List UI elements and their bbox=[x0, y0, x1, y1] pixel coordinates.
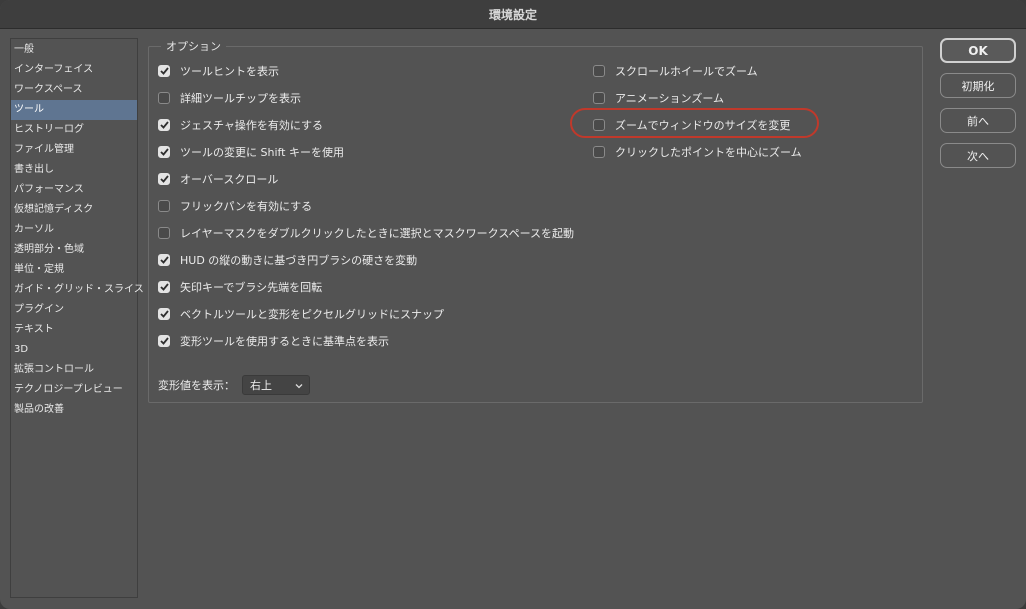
sidebar-item-product-improvement[interactable]: 製品の改善 bbox=[11, 400, 137, 420]
transform-values-row: 変形値を表示： 右上 bbox=[158, 375, 310, 395]
transform-values-label: 変形値を表示： bbox=[158, 379, 235, 392]
option-label: オーバースクロール bbox=[180, 173, 279, 186]
sidebar-item-type[interactable]: テキスト bbox=[11, 320, 137, 340]
sidebar-item-plugins[interactable]: プラグイン bbox=[11, 300, 137, 320]
option-label: ベクトルツールと変形をピクセルグリッドにスナップ bbox=[180, 308, 444, 321]
chevron-down-icon bbox=[295, 379, 303, 392]
option-shift-key-tool-switch[interactable]: ツールの変更に Shift キーを使用 bbox=[158, 144, 344, 160]
preferences-sidebar: 一般 インターフェイス ワークスペース ツール ヒストリーログ ファイル管理 書… bbox=[10, 38, 144, 598]
checkbox-checked-icon[interactable] bbox=[158, 119, 170, 131]
sidebar-item-technology-previews[interactable]: テクノロジープレビュー bbox=[11, 380, 137, 400]
checkbox-unchecked-icon[interactable] bbox=[158, 227, 170, 239]
transform-values-selected: 右上 bbox=[250, 379, 272, 392]
options-group-legend: オプション bbox=[161, 38, 226, 54]
next-button[interactable]: 次へ bbox=[940, 143, 1016, 168]
window-title: 環境設定 bbox=[0, 0, 1026, 29]
option-label: ジェスチャ操作を有効にする bbox=[180, 119, 323, 132]
sidebar-item-3d[interactable]: 3D bbox=[11, 340, 137, 360]
option-snap-to-pixel-grid[interactable]: ベクトルツールと変形をピクセルグリッドにスナップ bbox=[158, 306, 444, 322]
option-show-reference-point[interactable]: 変形ツールを使用するときに基準点を表示 bbox=[158, 333, 389, 349]
sidebar-item-interface[interactable]: インターフェイス bbox=[11, 60, 137, 80]
reset-button[interactable]: 初期化 bbox=[940, 73, 1016, 98]
sidebar-item-guides-grid-slices[interactable]: ガイド・グリッド・スライス bbox=[11, 280, 144, 300]
highlight-annotation-ring bbox=[570, 108, 819, 138]
option-arrow-keys-rotate-brush[interactable]: 矢印キーでブラシ先端を回転 bbox=[158, 279, 322, 295]
option-label: 変形ツールを使用するときに基準点を表示 bbox=[180, 335, 389, 348]
option-label: 矢印キーでブラシ先端を回転 bbox=[180, 281, 323, 294]
checkbox-unchecked-icon[interactable] bbox=[158, 92, 170, 104]
checkbox-checked-icon[interactable] bbox=[158, 281, 170, 293]
option-flick-panning[interactable]: フリックパンを有効にする bbox=[158, 198, 312, 214]
checkbox-checked-icon[interactable] bbox=[158, 335, 170, 347]
prev-button[interactable]: 前へ bbox=[940, 108, 1016, 133]
checkbox-unchecked-icon[interactable] bbox=[593, 65, 605, 77]
sidebar-item-history-log[interactable]: ヒストリーログ bbox=[11, 120, 137, 140]
ok-button[interactable]: OK bbox=[940, 38, 1016, 63]
option-zoom-with-scroll-wheel[interactable]: スクロールホイールでズーム bbox=[593, 63, 758, 79]
option-label: アニメーションズーム bbox=[615, 92, 725, 105]
sidebar-item-workspace[interactable]: ワークスペース bbox=[11, 80, 137, 100]
option-label: スクロールホイールでズーム bbox=[615, 65, 758, 78]
sidebar-item-units-rulers[interactable]: 単位・定規 bbox=[11, 260, 137, 280]
option-layer-mask-select-and-mask[interactable]: レイヤーマスクをダブルクリックしたときに選択とマスクワークスペースを起動 bbox=[158, 225, 574, 241]
option-label: レイヤーマスクをダブルクリックしたときに選択とマスクワークスペースを起動 bbox=[180, 227, 575, 240]
sidebar-item-scratch-disks[interactable]: 仮想記憶ディスク bbox=[11, 200, 137, 220]
checkbox-unchecked-icon[interactable] bbox=[593, 146, 605, 158]
option-show-tooltips[interactable]: ツールヒントを表示 bbox=[158, 63, 279, 79]
option-zoom-clicked-point-to-center[interactable]: クリックしたポイントを中心にズーム bbox=[593, 144, 802, 160]
checkbox-unchecked-icon[interactable] bbox=[593, 92, 605, 104]
checkbox-checked-icon[interactable] bbox=[158, 173, 170, 185]
option-label: フリックパンを有効にする bbox=[180, 200, 313, 213]
sidebar-item-general[interactable]: 一般 bbox=[11, 40, 137, 60]
sidebar-item-transparency-gamut[interactable]: 透明部分・色域 bbox=[11, 240, 137, 260]
transform-values-select[interactable]: 右上 bbox=[242, 375, 310, 395]
preferences-window: 環境設定 一般 インターフェイス ワークスペース ツール ヒストリーログ ファイ… bbox=[0, 0, 1026, 609]
option-rich-tooltips[interactable]: 詳細ツールチップを表示 bbox=[158, 90, 301, 106]
option-animated-zoom[interactable]: アニメーションズーム bbox=[593, 90, 724, 106]
option-label: HUD の縦の動きに基づき円ブラシの硬さを変動 bbox=[180, 254, 418, 267]
sidebar-item-tools[interactable]: ツール bbox=[11, 100, 137, 120]
option-overscroll[interactable]: オーバースクロール bbox=[158, 171, 278, 187]
checkbox-checked-icon[interactable] bbox=[158, 308, 170, 320]
checkbox-unchecked-icon[interactable] bbox=[158, 200, 170, 212]
option-label: クリックしたポイントを中心にズーム bbox=[615, 146, 802, 159]
option-enable-gestures[interactable]: ジェスチャ操作を有効にする bbox=[158, 117, 323, 133]
option-label: ツールヒントを表示 bbox=[180, 65, 279, 78]
checkbox-checked-icon[interactable] bbox=[158, 254, 170, 266]
option-hud-brush-hardness[interactable]: HUD の縦の動きに基づき円ブラシの硬さを変動 bbox=[158, 252, 417, 268]
checkbox-checked-icon[interactable] bbox=[158, 146, 170, 158]
sidebar-item-enhanced-controls[interactable]: 拡張コントロール bbox=[11, 360, 137, 380]
sidebar-item-cursors[interactable]: カーソル bbox=[11, 220, 137, 240]
sidebar-item-performance[interactable]: パフォーマンス bbox=[11, 180, 137, 200]
option-label: ツールの変更に Shift キーを使用 bbox=[180, 146, 344, 159]
checkbox-checked-icon[interactable] bbox=[158, 65, 170, 77]
sidebar-item-export[interactable]: 書き出し bbox=[11, 160, 137, 180]
sidebar-item-file-handling[interactable]: ファイル管理 bbox=[11, 140, 137, 160]
option-label: 詳細ツールチップを表示 bbox=[180, 92, 301, 105]
